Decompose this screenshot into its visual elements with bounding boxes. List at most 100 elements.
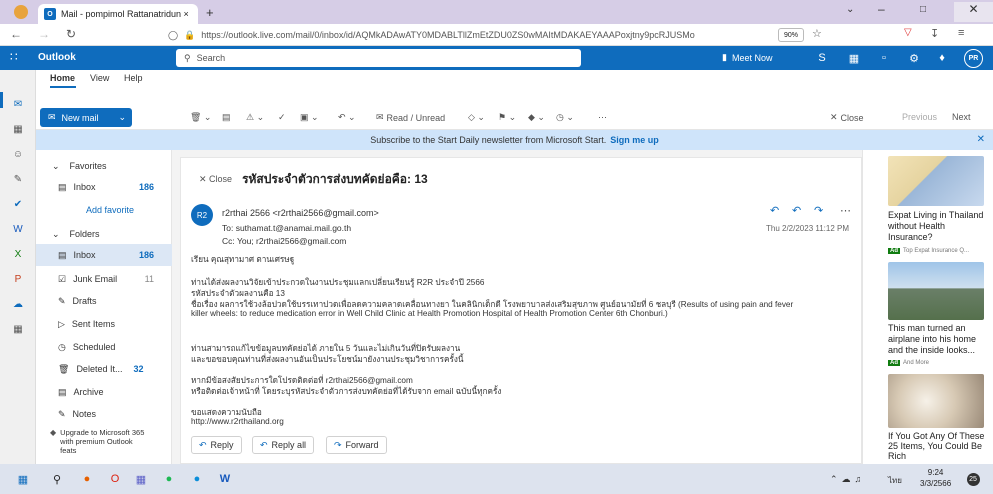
edge-icon[interactable]: ● bbox=[188, 470, 206, 488]
add-favorite-link[interactable]: Add favorite bbox=[86, 205, 134, 215]
archive-icon[interactable]: ▤ bbox=[222, 112, 231, 123]
calendar-rail-icon[interactable]: ▦ bbox=[10, 122, 26, 136]
read-unread-button[interactable]: ✉ Read / Unread bbox=[376, 112, 445, 123]
app-launcher-icon[interactable]: ∷ bbox=[10, 50, 18, 64]
browser-tab[interactable]: O Mail - pompimol Rattanatridun × bbox=[38, 4, 198, 24]
zoom-level[interactable]: 90% bbox=[778, 28, 804, 42]
skype-icon[interactable]: S bbox=[814, 50, 830, 66]
forward-button[interactable]: ↷ Forward bbox=[326, 436, 387, 454]
spotify-icon[interactable]: ● bbox=[160, 470, 178, 488]
people-icon[interactable]: ☺ bbox=[10, 147, 26, 161]
favorite-inbox[interactable]: ▤ Inbox 186 bbox=[36, 176, 172, 198]
email-body-line[interactable]: http://www.r2rthailand.org bbox=[191, 417, 284, 426]
opera-icon[interactable]: O bbox=[106, 470, 124, 488]
excel-icon[interactable]: X bbox=[10, 247, 26, 261]
undo-icon[interactable]: ↶ ⌄ bbox=[338, 112, 356, 123]
forward-icon[interactable]: → bbox=[38, 27, 50, 41]
report-icon[interactable]: ⚠ ⌄ bbox=[246, 112, 264, 123]
favorites-header[interactable]: ⌄ Favorites bbox=[36, 156, 172, 176]
ad-image[interactable] bbox=[888, 156, 984, 206]
next-button[interactable]: Next bbox=[952, 112, 971, 122]
back-icon[interactable]: ← bbox=[10, 27, 22, 41]
banner-close-icon[interactable]: ✕ bbox=[977, 134, 985, 145]
sign-me-up-link[interactable]: Sign me up bbox=[610, 135, 659, 145]
ad-title[interactable]: This man turned an airplane into his hom… bbox=[888, 323, 988, 356]
folder-deleted-items[interactable]: 🗑 Deleted It... 32 bbox=[36, 358, 172, 380]
new-mail-button[interactable]: ✉ New mail ⌄ bbox=[40, 108, 132, 127]
folders-header[interactable]: ⌄ Folders bbox=[36, 224, 172, 244]
folder-archive[interactable]: ▤ Archive bbox=[36, 381, 172, 403]
folder-drafts[interactable]: ✎ Drafts bbox=[36, 290, 172, 312]
upgrade-banner[interactable]: ◆ Upgrade to Microsoft 365 with premium … bbox=[50, 428, 146, 455]
mail-icon[interactable]: ✉ bbox=[10, 97, 26, 111]
url-field[interactable]: ◯ 🔒 https://outlook.live.com/mail/0/inbo… bbox=[168, 27, 798, 43]
onedrive-icon[interactable]: ☁ bbox=[10, 297, 26, 311]
search-input[interactable]: ⚲ Search bbox=[176, 49, 581, 67]
calendar-icon[interactable]: ▫ bbox=[876, 50, 892, 66]
avatar[interactable]: PR bbox=[964, 49, 983, 68]
tab-view[interactable]: View bbox=[90, 73, 109, 83]
folder-label: Scheduled bbox=[72, 342, 116, 352]
close-reading-button[interactable]: ✕ Close bbox=[830, 112, 864, 123]
notification-icon[interactable]: 25 bbox=[964, 470, 982, 488]
snooze-icon[interactable]: ◷ ⌄ bbox=[556, 112, 574, 123]
previous-button[interactable]: Previous bbox=[902, 112, 937, 122]
ad-title[interactable]: If You Got Any Of These 25 Items, You Co… bbox=[888, 431, 988, 461]
sender[interactable]: r2rthai 2566 <r2rthai2566@gmail.com> bbox=[222, 208, 379, 218]
maximize-icon[interactable]: □ bbox=[920, 4, 926, 15]
tag-icon[interactable]: ◇ ⌄ bbox=[468, 112, 485, 123]
tab-help[interactable]: Help bbox=[124, 73, 143, 83]
minimize-icon[interactable]: – bbox=[878, 2, 885, 16]
reply-all-icon[interactable]: ↶ bbox=[792, 204, 801, 217]
reload-icon[interactable]: ↻ bbox=[66, 27, 76, 41]
sender-avatar[interactable]: R2 bbox=[191, 204, 213, 226]
attach-icon[interactable]: ✎ bbox=[10, 172, 26, 186]
lightbulb-icon[interactable]: ♦ bbox=[934, 50, 950, 66]
download-icon[interactable]: ↧ bbox=[930, 27, 939, 40]
firefox-icon[interactable]: ● bbox=[78, 470, 96, 488]
new-tab-icon[interactable]: + bbox=[206, 5, 214, 20]
browser-profile-icon[interactable] bbox=[14, 5, 28, 19]
teams-taskbar-icon[interactable]: ▦ bbox=[132, 470, 150, 488]
bookmark-star-icon[interactable]: ☆ bbox=[812, 27, 822, 40]
chevron-down-icon[interactable]: ⌄ bbox=[118, 112, 126, 123]
folder-junk-email[interactable]: ☑ Junk Email 11 bbox=[36, 268, 172, 290]
more-icon[interactable]: ⋯ bbox=[598, 112, 607, 123]
delete-icon[interactable]: 🗑 ⌄ bbox=[190, 112, 211, 123]
word-taskbar-icon[interactable]: W bbox=[216, 470, 234, 488]
search-icon[interactable]: ⚲ bbox=[48, 470, 66, 488]
ad-title[interactable]: Expat Living in Thailand without Health … bbox=[888, 210, 988, 243]
forward-icon[interactable]: ↷ bbox=[814, 204, 823, 217]
more-apps-icon[interactable]: ▦ bbox=[10, 322, 26, 336]
folder-scheduled[interactable]: ◷ Scheduled bbox=[36, 336, 172, 358]
sweep-icon[interactable]: ✓ bbox=[278, 112, 286, 123]
gear-icon[interactable]: ⚙ bbox=[906, 50, 922, 66]
word-icon[interactable]: W bbox=[10, 222, 26, 236]
windows-start-icon[interactable]: ▦ bbox=[14, 470, 32, 488]
ad-image[interactable] bbox=[888, 374, 984, 428]
folder-sent-items[interactable]: ▷ Sent Items bbox=[36, 313, 172, 335]
reply-icon[interactable]: ↶ bbox=[770, 204, 779, 217]
chevron-down-icon[interactable]: ⌄ bbox=[846, 4, 854, 15]
tab-home[interactable]: Home bbox=[50, 73, 75, 83]
language-indicator[interactable]: ไทย bbox=[888, 474, 902, 487]
close-email-button[interactable]: ✕ Close bbox=[199, 174, 232, 185]
pocket-icon[interactable]: ▽ bbox=[904, 27, 912, 38]
ad-image[interactable] bbox=[888, 262, 984, 320]
pin-icon[interactable]: ◆ ⌄ bbox=[528, 112, 545, 123]
move-icon[interactable]: ▣ ⌄ bbox=[300, 112, 319, 123]
powerpoint-icon[interactable]: P bbox=[10, 272, 26, 286]
flag-icon[interactable]: ⚑ ⌄ bbox=[498, 112, 516, 123]
teams-icon[interactable]: ▦ bbox=[846, 50, 862, 66]
clock[interactable]: 9:24 3/3/2566 bbox=[920, 467, 951, 489]
menu-icon[interactable]: ≡ bbox=[958, 27, 964, 39]
reply-all-button[interactable]: ↶ Reply all bbox=[252, 436, 315, 454]
folder-notes[interactable]: ✎ Notes bbox=[36, 403, 172, 425]
meet-now-button[interactable]: ▮ Meet Now bbox=[722, 52, 772, 63]
folder-inbox[interactable]: ▤ Inbox 186 bbox=[36, 244, 172, 266]
tray-icons[interactable]: ⌃☁♫ bbox=[830, 474, 865, 485]
reply-button[interactable]: ↶ Reply bbox=[191, 436, 242, 454]
close-window-icon[interactable]: ✕ bbox=[954, 2, 993, 22]
todo-icon[interactable]: ✔ bbox=[10, 197, 26, 211]
more-actions-icon[interactable]: ⋯ bbox=[840, 204, 851, 217]
